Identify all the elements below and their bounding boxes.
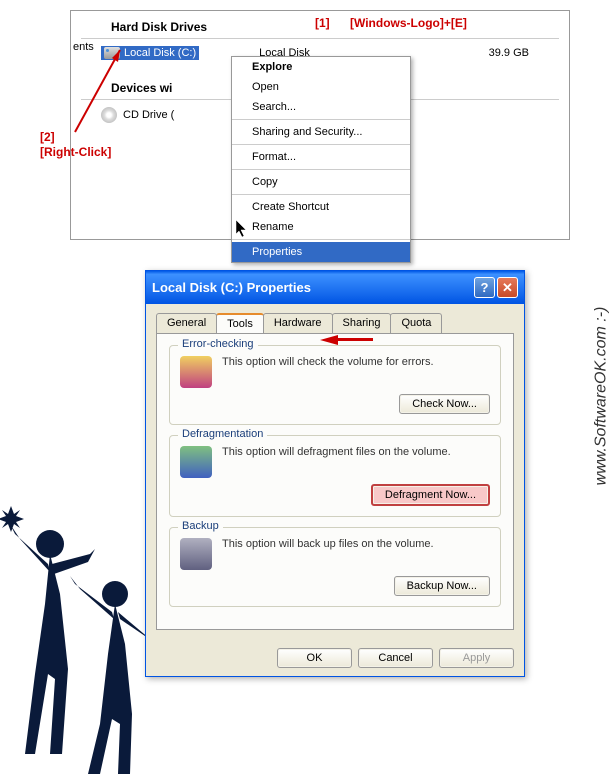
arrow-line (338, 338, 373, 341)
menu-copy[interactable]: Copy (232, 172, 410, 192)
tab-content: Error-checking This option will check th… (156, 333, 514, 630)
group-title-error-checking: Error-checking (178, 338, 258, 350)
group-defragmentation: Defragmentation This option will defragm… (169, 435, 501, 517)
menu-separator (232, 144, 410, 145)
dialog-title: Local Disk (C:) Properties (152, 280, 311, 295)
tab-general[interactable]: General (156, 313, 217, 333)
arrow-to-drive (70, 40, 140, 140)
group-title-defragmentation: Defragmentation (178, 428, 267, 440)
cancel-button[interactable]: Cancel (358, 648, 433, 668)
annotation-1-text: [Windows-Logo]+[E] (350, 16, 467, 30)
tab-quota[interactable]: Quota (390, 313, 442, 333)
backup-text: This option will back up files on the vo… (222, 538, 490, 550)
explorer-window: ents Hard Disk Drives Local Disk (C:) Lo… (70, 10, 570, 240)
context-menu: Explore Open Search... Sharing and Secur… (231, 56, 411, 263)
titlebar[interactable]: Local Disk (C:) Properties ? ✕ (146, 271, 524, 304)
tab-hardware[interactable]: Hardware (263, 313, 333, 333)
group-backup: Backup This option will back up files on… (169, 527, 501, 607)
menu-create-shortcut[interactable]: Create Shortcut (232, 197, 410, 217)
annotation-2: [2] (40, 130, 55, 144)
error-checking-text: This option will check the volume for er… (222, 356, 490, 368)
defragmentation-text: This option will defragment files on the… (222, 446, 490, 458)
menu-properties[interactable]: Properties (232, 242, 410, 262)
menu-open[interactable]: Open (232, 77, 410, 97)
backup-icon (180, 538, 212, 570)
ok-button[interactable]: OK (277, 648, 352, 668)
defragmentation-icon (180, 446, 212, 478)
backup-now-button[interactable]: Backup Now... (394, 576, 490, 596)
menu-sharing[interactable]: Sharing and Security... (232, 122, 410, 142)
properties-dialog: Local Disk (C:) Properties ? ✕ General T… (145, 270, 525, 677)
menu-separator (232, 119, 410, 120)
tab-tools[interactable]: Tools (216, 313, 264, 333)
group-error-checking: Error-checking This option will check th… (169, 345, 501, 425)
check-now-button[interactable]: Check Now... (399, 394, 490, 414)
menu-separator (232, 194, 410, 195)
group-title-backup: Backup (178, 520, 223, 532)
annotation-1: [1] (315, 16, 330, 30)
arrow-to-tools (320, 335, 338, 345)
cursor-icon (236, 220, 248, 238)
close-button[interactable]: ✕ (497, 277, 518, 298)
drive-size: 39.9 GB (489, 47, 529, 59)
tab-sharing[interactable]: Sharing (332, 313, 392, 333)
dialog-button-row: OK Cancel Apply (146, 640, 524, 676)
menu-explore[interactable]: Explore (232, 57, 410, 77)
error-checking-icon (180, 356, 212, 388)
menu-format[interactable]: Format... (232, 147, 410, 167)
tab-strip: General Tools Hardware Sharing Quota (156, 313, 514, 334)
menu-rename[interactable]: Rename (232, 217, 410, 237)
annotation-2-text: [Right-Click] (40, 145, 111, 159)
menu-separator (232, 169, 410, 170)
apply-button[interactable]: Apply (439, 648, 514, 668)
menu-search[interactable]: Search... (232, 97, 410, 117)
defragment-now-button[interactable]: Defragment Now... (371, 484, 490, 506)
watermark-vertical: www.SoftwareOK.com :-) (593, 307, 611, 486)
help-button[interactable]: ? (474, 277, 495, 298)
menu-separator (232, 239, 410, 240)
